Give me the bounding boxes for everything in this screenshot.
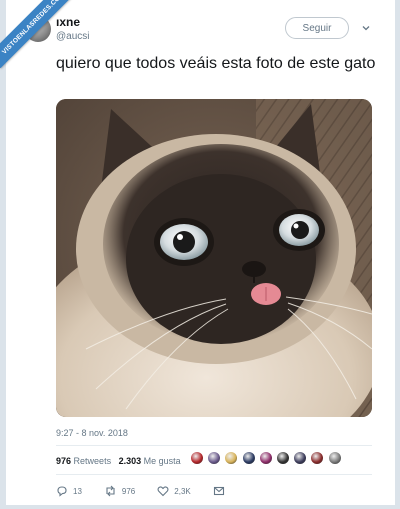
direct-message-button[interactable] bbox=[213, 485, 230, 497]
liker-avatar[interactable] bbox=[275, 451, 290, 465]
tweet-stats: 976 Retweets 2.303 Me gusta bbox=[56, 456, 181, 466]
cat-photo-image bbox=[56, 99, 372, 417]
liker-avatar[interactable] bbox=[190, 451, 204, 465]
chevron-down-icon[interactable] bbox=[360, 22, 372, 34]
liker-avatar[interactable] bbox=[241, 451, 256, 465]
retweets-label[interactable]: Retweets bbox=[74, 456, 112, 466]
reply-count: 13 bbox=[73, 486, 82, 496]
retweets-count[interactable]: 976 bbox=[56, 456, 71, 466]
liker-avatar[interactable] bbox=[310, 451, 325, 465]
tweet-timestamp[interactable]: 9:27 - 8 nov. 2018 bbox=[56, 428, 128, 438]
retweet-icon bbox=[106, 485, 115, 497]
liker-avatar[interactable] bbox=[258, 451, 273, 465]
liker-avatar[interactable] bbox=[327, 451, 342, 465]
tweet-text: quiero que todos veáis esta foto de este… bbox=[56, 55, 376, 72]
likers-avatars bbox=[190, 451, 345, 465]
liker-avatar[interactable] bbox=[207, 451, 222, 465]
tweet-actions: 13 976 2,3K bbox=[56, 485, 252, 497]
divider bbox=[56, 445, 372, 446]
likes-label[interactable]: Me gusta bbox=[144, 456, 181, 466]
likes-count[interactable]: 2.303 bbox=[119, 456, 142, 466]
divider bbox=[56, 474, 372, 475]
user-name[interactable]: ıxne bbox=[56, 15, 80, 29]
tweet-photo[interactable] bbox=[56, 99, 372, 417]
like-count: 2,3K bbox=[174, 486, 191, 496]
like-button[interactable]: 2,3K bbox=[157, 485, 191, 497]
reply-button[interactable]: 13 bbox=[56, 485, 82, 497]
retweet-button[interactable]: 976 bbox=[104, 485, 135, 497]
retweet-count: 976 bbox=[121, 486, 136, 496]
heart-icon bbox=[157, 486, 169, 497]
liker-avatar[interactable] bbox=[224, 451, 239, 465]
user-handle[interactable]: @aucsi bbox=[56, 31, 90, 42]
liker-avatar[interactable] bbox=[293, 451, 308, 465]
reply-icon bbox=[57, 486, 67, 497]
follow-button[interactable]: Seguir bbox=[285, 17, 349, 39]
envelope-icon bbox=[213, 486, 224, 496]
